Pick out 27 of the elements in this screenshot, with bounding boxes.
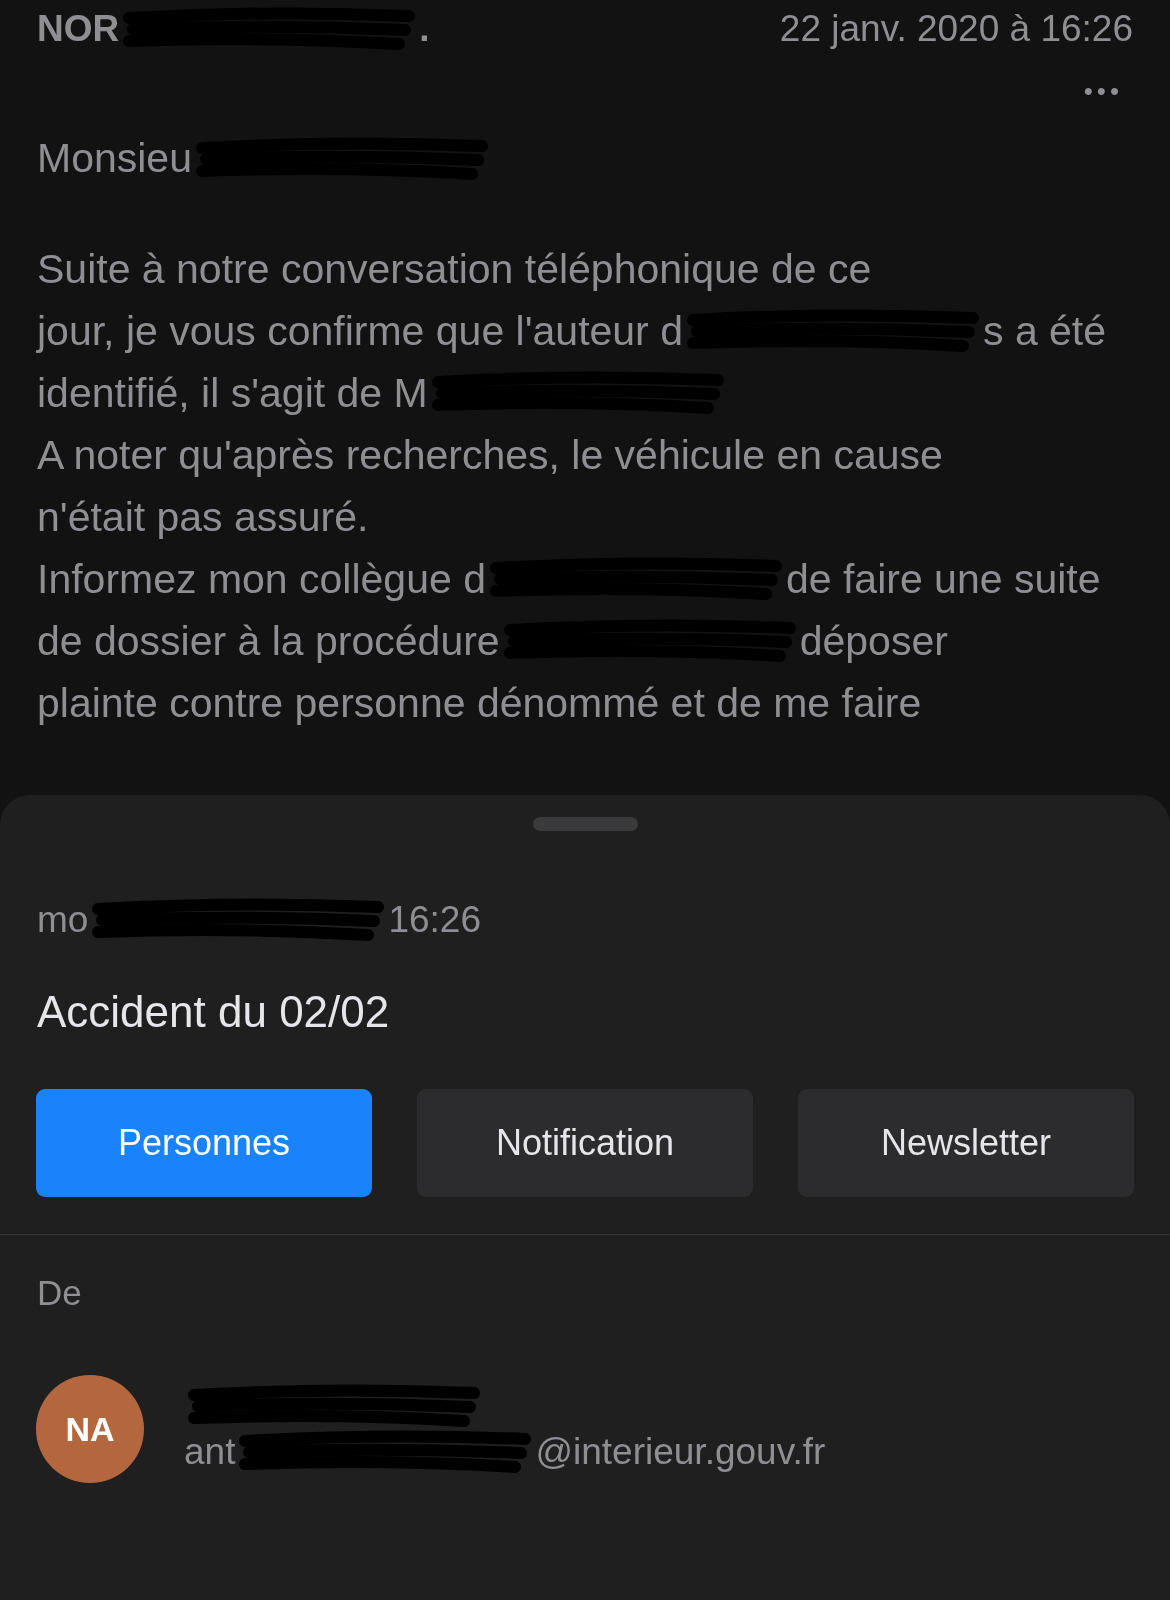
grabber-handle[interactable] [532,817,638,831]
body-text: identifié, il s'agit de M [37,369,428,418]
greeting-text: Monsieu [37,135,192,182]
category-button[interactable]: Newsletter [798,1089,1134,1197]
body-text: plainte contre personne dénommé et de me faire [37,679,922,728]
date-text: mo [37,899,89,941]
body-text: A noter qu'après recherches, le véhicule en cause [37,431,943,480]
email-text: @interieur.gouv.fr [535,1431,826,1473]
sender-name: NOR [37,8,120,50]
avatar: NA [36,1375,144,1483]
category-button[interactable]: Personnes [36,1089,372,1197]
date-text: 16:26 [388,899,481,941]
body-text: s a été [983,307,1107,356]
subject-text: Accident du 02/02 [37,987,391,1037]
date-text: 22 janv. 2020 à 16:26 [779,8,1133,50]
body-text: Suite à notre conversation téléphonique de ce [37,245,872,294]
body-text: jour, je vous confirme que l'auteur d [37,307,683,356]
body-text: de dossier à la procédure [37,617,500,666]
more-button[interactable]: ••• [1083,76,1123,107]
from-label: De [37,1273,83,1313]
body-text: Informez mon collègue d [37,555,486,604]
body-text: de faire une suite [785,555,1101,604]
category-button[interactable]: Notification [417,1089,753,1197]
body-text: n'était pas assuré. [37,493,369,542]
email-text: ant [184,1431,236,1473]
body-text: déposer [799,617,948,666]
sender-name: . [419,8,430,50]
